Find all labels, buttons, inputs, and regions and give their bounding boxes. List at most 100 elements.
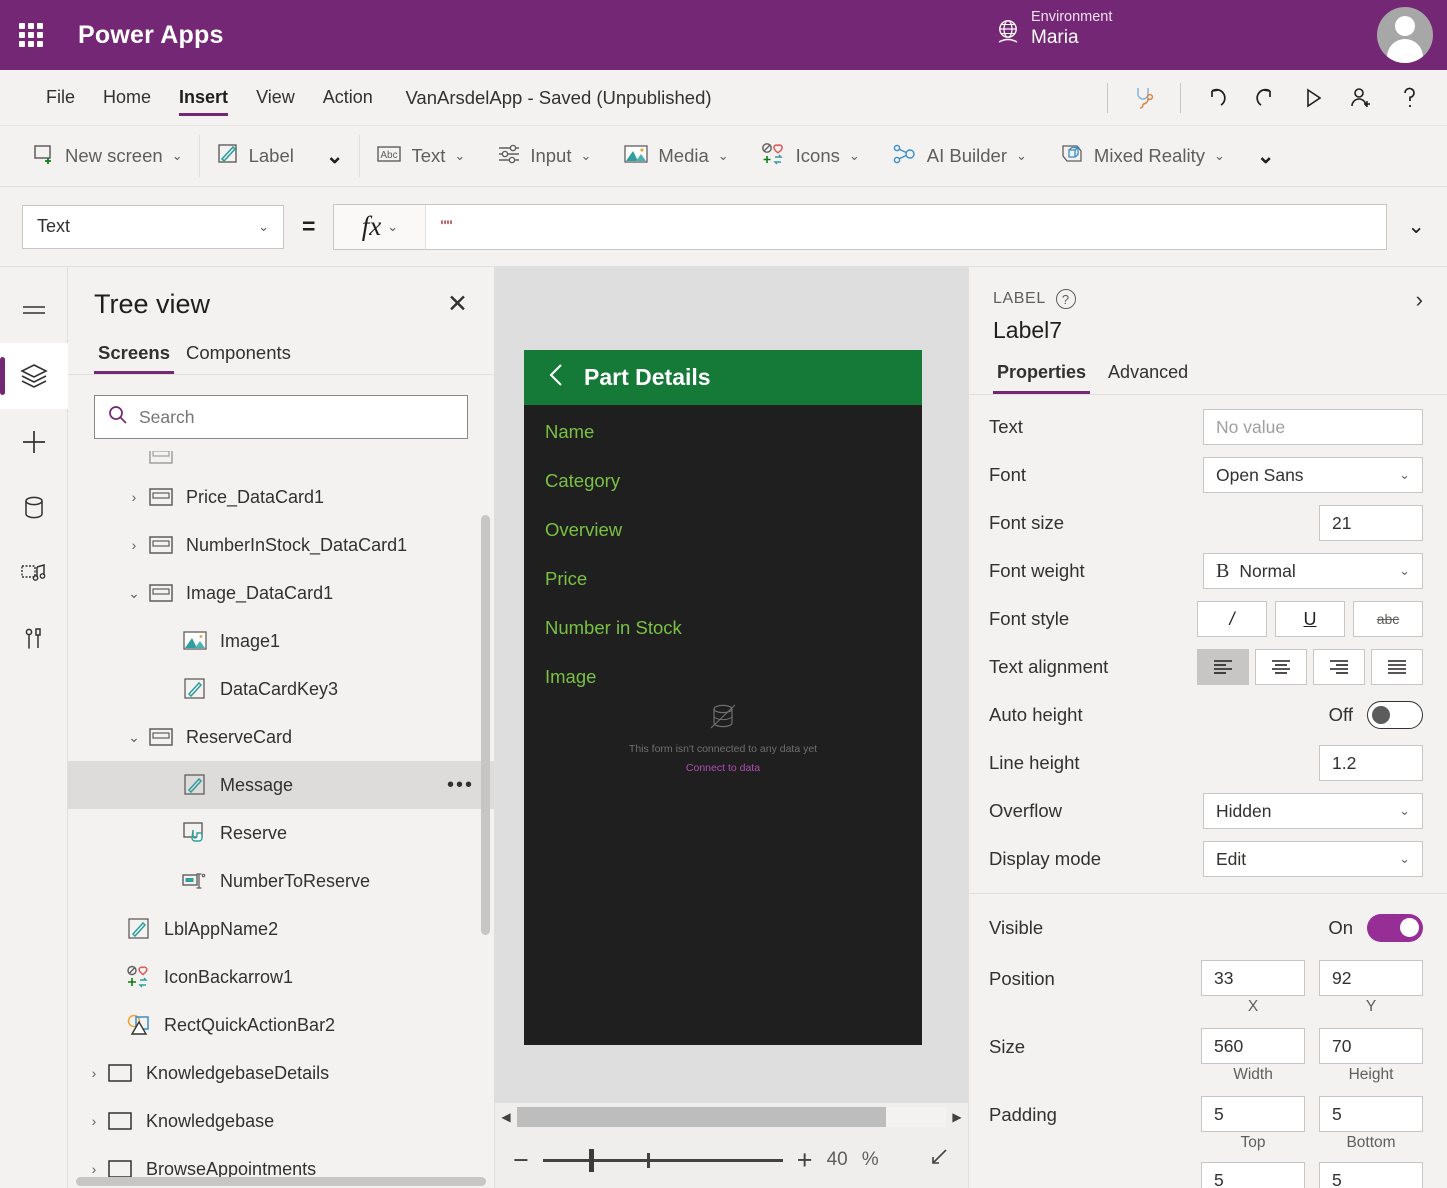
chevron-down-icon[interactable]: ⌄ — [849, 148, 860, 164]
chevron-down-icon[interactable]: ⌄ — [1214, 148, 1225, 164]
chevron-right-icon[interactable]: › — [82, 1065, 106, 1081]
scroll-track[interactable] — [517, 1107, 946, 1127]
tree-horizontal-scrollbar[interactable] — [76, 1177, 486, 1186]
tree-node-knowledgebasedetails[interactable]: › KnowledgebaseDetails — [68, 1049, 494, 1097]
share-user-icon[interactable] — [1339, 77, 1383, 119]
align-center-button[interactable] — [1255, 649, 1307, 685]
display-mode-dropdown[interactable]: Edit ⌄ — [1203, 841, 1423, 877]
app-screen-preview[interactable]: Part Details Name Category Overview Pric… — [524, 350, 922, 1045]
font-weight-dropdown[interactable]: B Normal ⌄ — [1203, 553, 1423, 589]
align-right-button[interactable] — [1313, 649, 1365, 685]
position-x-input[interactable]: 33 — [1201, 960, 1305, 996]
hamburger-menu-icon[interactable] — [0, 277, 68, 343]
padding-bottom-input[interactable]: 5 — [1319, 1096, 1423, 1132]
fx-button[interactable]: fx ⌄ — [334, 205, 426, 249]
scroll-right-arrow[interactable]: ▶ — [946, 1110, 968, 1124]
padding-top-input[interactable]: 5 — [1201, 1096, 1305, 1132]
tree-node-message[interactable]: Message ••• — [68, 761, 494, 809]
app-checker-icon[interactable] — [1122, 77, 1166, 119]
scroll-thumb[interactable] — [517, 1107, 886, 1127]
data-cylinder-icon[interactable] — [0, 475, 68, 541]
help-circle-icon[interactable]: ? — [1056, 289, 1076, 309]
environment-selector[interactable]: Environment Maria — [995, 8, 1112, 53]
tree-node-clipped-top[interactable] — [68, 451, 494, 473]
menu-insert[interactable]: Insert — [165, 70, 242, 125]
tree-node-numbertoreserve[interactable]: NumberToReserve — [68, 857, 494, 905]
ribbon-new-screen[interactable]: New screen ⌄ — [16, 134, 199, 178]
label-gallery-chevron-icon[interactable]: ⌄ — [310, 134, 360, 178]
avatar[interactable] — [1377, 7, 1433, 63]
chevron-down-icon[interactable]: ⌄ — [454, 148, 465, 164]
chevron-right-icon[interactable]: › — [122, 537, 146, 553]
chevron-down-icon[interactable]: ⌄ — [718, 148, 729, 164]
chevron-down-icon[interactable]: ⌄ — [122, 585, 146, 602]
redo-icon[interactable] — [1243, 77, 1287, 119]
ribbon-text[interactable]: Abc Text ⌄ — [360, 134, 481, 178]
tab-properties[interactable]: Properties — [993, 360, 1090, 394]
canvas-horizontal-scroll[interactable]: ◀ ▶ — [495, 1102, 968, 1130]
align-justify-button[interactable] — [1371, 649, 1423, 685]
canvas-area[interactable]: Part Details Name Category Overview Pric… — [495, 267, 968, 1102]
menu-home[interactable]: Home — [89, 70, 165, 125]
visible-toggle[interactable] — [1367, 914, 1423, 942]
tree-node-lblappname2[interactable]: LblAppName2 — [68, 905, 494, 953]
auto-height-toggle[interactable] — [1367, 701, 1423, 729]
help-icon[interactable] — [1387, 77, 1431, 119]
padding-left-input[interactable]: 5 — [1201, 1162, 1305, 1188]
ribbon-overflow-chevron-icon[interactable]: ⌄ — [1241, 134, 1291, 178]
padding-right-input[interactable]: 5 — [1319, 1162, 1423, 1188]
tree-node-reserve[interactable]: Reserve — [68, 809, 494, 857]
ribbon-icons[interactable]: Icons ⌄ — [745, 134, 876, 178]
tree-node-rectquickactionbar2[interactable]: RectQuickActionBar2 — [68, 1001, 494, 1049]
formula-input[interactable] — [426, 205, 1386, 249]
tree-node-image1[interactable]: Image1 — [68, 617, 494, 665]
expand-chevron-right-icon[interactable]: › — [1416, 287, 1423, 313]
align-left-button[interactable] — [1197, 649, 1249, 685]
undo-icon[interactable] — [1195, 77, 1239, 119]
font-dropdown[interactable]: Open Sans ⌄ — [1203, 457, 1423, 493]
tree-vertical-scrollbar[interactable] — [481, 515, 490, 935]
preview-play-icon[interactable] — [1291, 77, 1335, 119]
chevron-right-icon[interactable]: › — [82, 1113, 106, 1129]
ribbon-input[interactable]: Input ⌄ — [481, 134, 607, 178]
underline-button[interactable]: U — [1275, 601, 1345, 637]
italic-button[interactable]: / — [1197, 601, 1267, 637]
tree-node-reservecard[interactable]: ⌄ ReserveCard — [68, 713, 494, 761]
chevron-right-icon[interactable]: › — [82, 1161, 106, 1177]
zoom-slider[interactable] — [543, 1147, 783, 1173]
tab-advanced[interactable]: Advanced — [1104, 360, 1192, 394]
ribbon-media[interactable]: Media ⌄ — [607, 134, 744, 178]
chevron-down-icon[interactable]: ⌄ — [580, 148, 591, 164]
chevron-down-icon[interactable]: ⌄ — [1016, 148, 1027, 164]
media-library-icon[interactable] — [0, 541, 68, 607]
tab-components[interactable]: Components — [182, 338, 295, 374]
font-size-input[interactable]: 21 — [1319, 505, 1423, 541]
strikethrough-button[interactable]: abc — [1353, 601, 1423, 637]
tree-search-box[interactable] — [94, 395, 468, 439]
scroll-left-arrow[interactable]: ◀ — [495, 1110, 517, 1124]
search-input[interactable] — [139, 407, 455, 428]
chevron-right-icon[interactable]: › — [122, 489, 146, 505]
back-chevron-icon[interactable] — [546, 361, 566, 394]
ribbon-ai-builder[interactable]: AI Builder ⌄ — [876, 134, 1043, 178]
chevron-down-icon[interactable]: ⌄ — [172, 148, 183, 164]
tree-node-knowledgebase[interactable]: › Knowledgebase — [68, 1097, 494, 1145]
close-icon[interactable]: ✕ — [447, 292, 468, 317]
overflow-dropdown[interactable]: Hidden ⌄ — [1203, 793, 1423, 829]
tree-node-price-datacard1[interactable]: › Price_DataCard1 — [68, 473, 494, 521]
app-launcher-icon[interactable] — [14, 18, 48, 52]
formula-expand-chevron-icon[interactable]: ⌄ — [1407, 214, 1425, 239]
tree-node-numberinstock-datacard1[interactable]: › NumberInStock_DataCard1 — [68, 521, 494, 569]
size-width-input[interactable]: 560 — [1201, 1028, 1305, 1064]
ribbon-mixed-reality[interactable]: Mixed Reality ⌄ — [1043, 134, 1241, 178]
text-value-input[interactable]: No value — [1203, 409, 1423, 445]
menu-action[interactable]: Action — [309, 70, 387, 125]
tab-screens[interactable]: Screens — [94, 338, 174, 374]
menu-file[interactable]: File — [32, 70, 89, 125]
property-selector[interactable]: Text ⌄ — [22, 205, 284, 249]
line-height-input[interactable]: 1.2 — [1319, 745, 1423, 781]
zoom-in-button[interactable]: + — [797, 1147, 813, 1174]
connect-to-data-link[interactable]: Connect to data — [545, 762, 901, 774]
zoom-out-button[interactable]: − — [513, 1147, 529, 1174]
advanced-tools-icon[interactable] — [0, 607, 68, 673]
